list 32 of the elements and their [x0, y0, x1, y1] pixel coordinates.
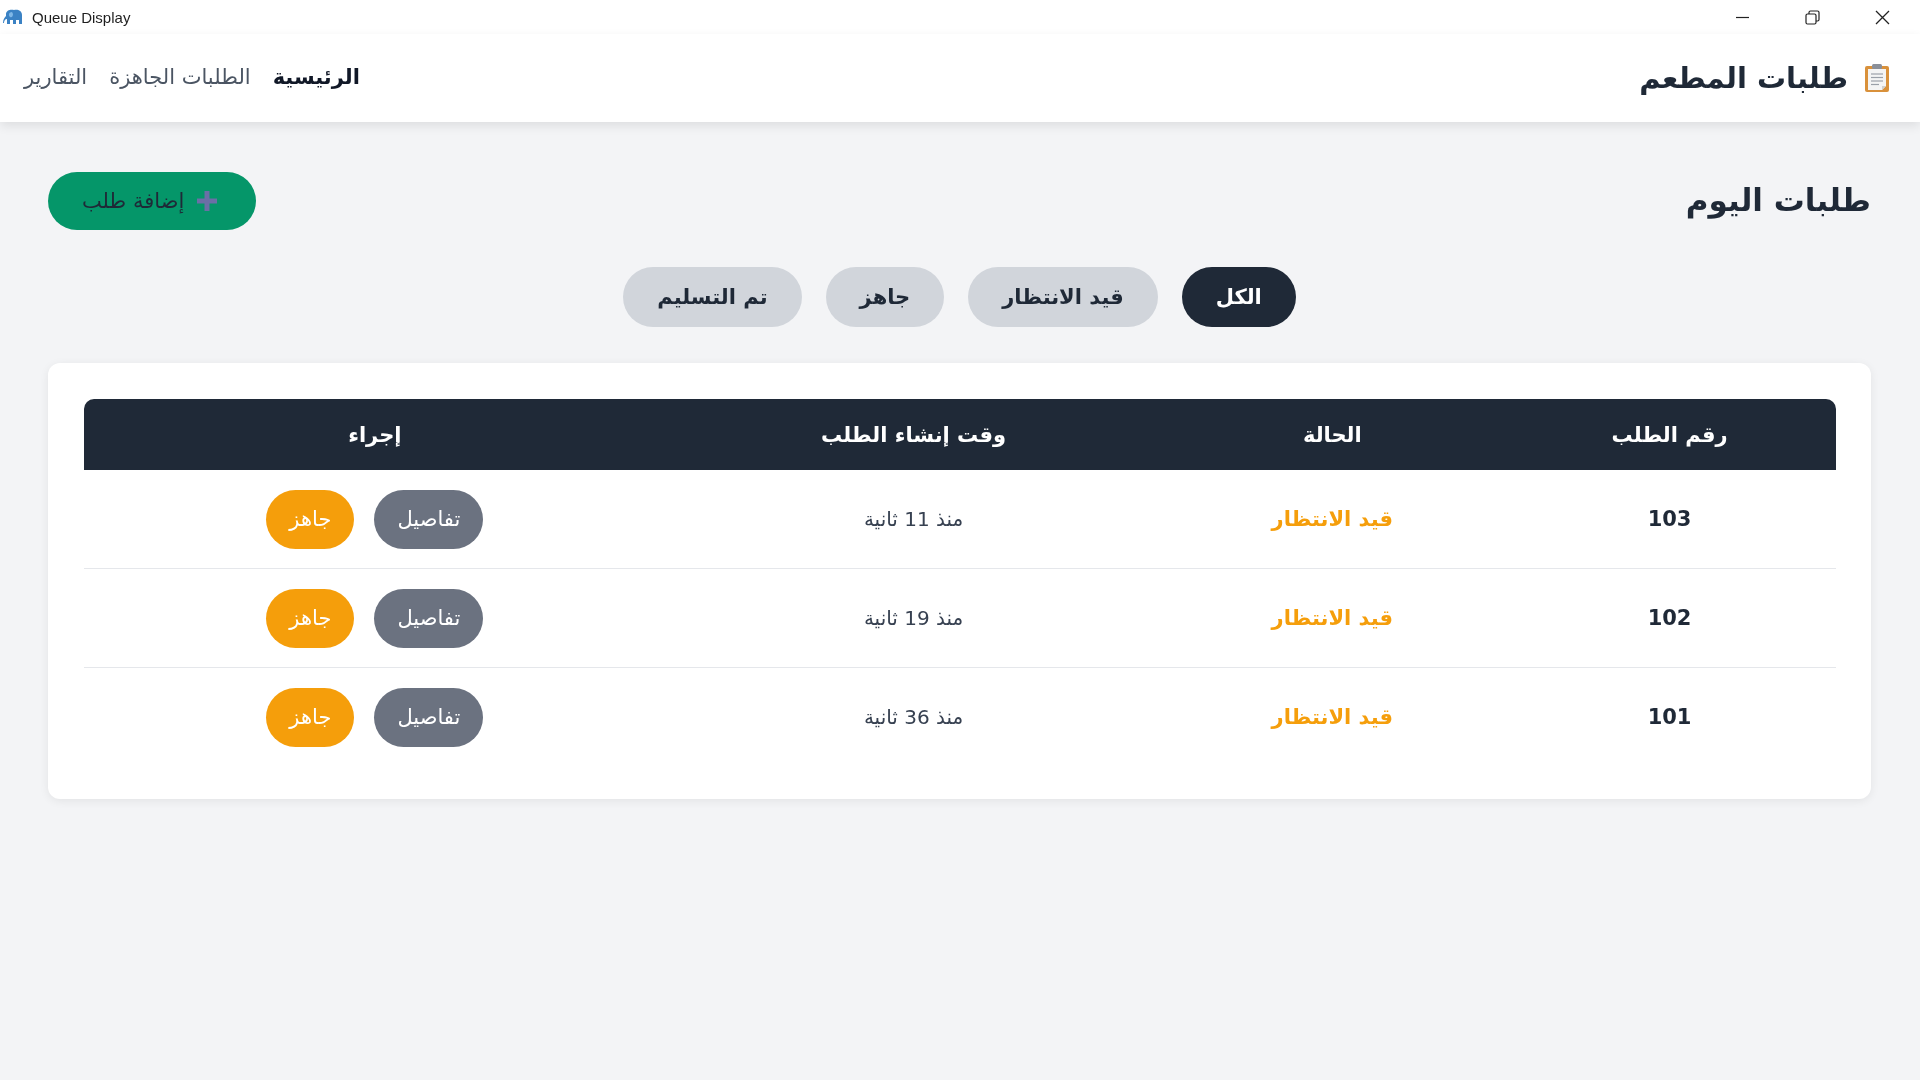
nav-link[interactable]: التقارير [24, 64, 88, 92]
filter-tab[interactable]: تم التسليم [623, 267, 802, 327]
filter-tab[interactable]: الكل [1181, 267, 1296, 327]
status-text: قيد الانتظار [1161, 568, 1504, 668]
order-number: 101 [1503, 667, 1836, 766]
clipboard-icon [1864, 63, 1890, 93]
filter-tab[interactable]: قيد الانتظار [968, 267, 1158, 327]
status-text: قيد الانتظار [1161, 470, 1504, 569]
created-time: منذ 11 ثانية [665, 470, 1162, 569]
created-time: منذ 36 ثانية [665, 667, 1162, 766]
add-order-button[interactable]: إضافة طلب [48, 172, 257, 230]
restore-icon[interactable] [1805, 9, 1820, 25]
column-header: الحالة [1161, 399, 1504, 470]
page-heading: طلبات اليوم [1685, 182, 1871, 220]
details-button[interactable]: تفاصيل [374, 489, 484, 549]
filter-tab[interactable]: جاهز [825, 267, 945, 327]
close-icon[interactable] [1875, 9, 1890, 25]
elephant-icon [3, 8, 25, 26]
app-title: طلبات المطعم [1639, 60, 1848, 96]
column-header: إجراء [84, 399, 666, 470]
created-time: منذ 19 ثانية [665, 568, 1162, 668]
order-number: 103 [1503, 470, 1836, 569]
status-text: قيد الانتظار [1161, 667, 1504, 766]
plus-icon [196, 190, 219, 212]
order-number: 102 [1503, 568, 1836, 668]
window-title: Queue Display [32, 8, 131, 26]
column-header: وقت إنشاء الطلب [665, 399, 1162, 470]
nav-link[interactable]: الرئيسية [272, 64, 360, 92]
details-button[interactable]: تفاصيل [374, 687, 484, 747]
details-button[interactable]: تفاصيل [374, 588, 484, 648]
column-header: رقم الطلب [1503, 399, 1836, 470]
nav-link[interactable]: الطلبات الجاهزة [109, 64, 251, 92]
